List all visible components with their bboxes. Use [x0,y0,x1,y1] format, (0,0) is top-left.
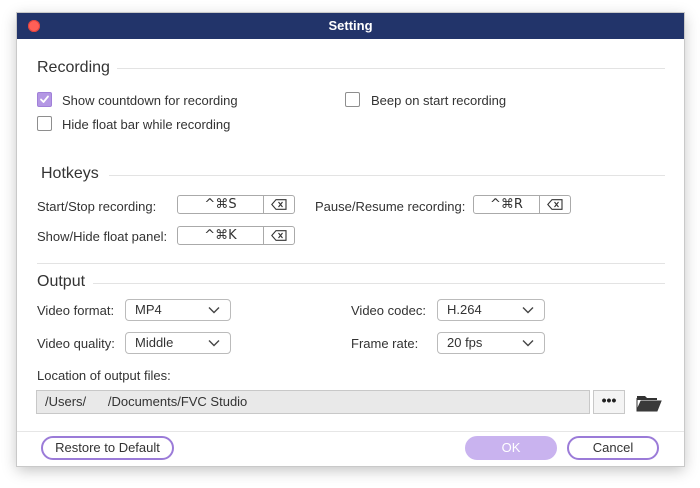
output-path-field[interactable]: /Users/ /Documents/FVC Studio [36,390,590,414]
beep-on-start-checkbox[interactable] [345,92,360,107]
backspace-icon [547,199,563,210]
folder-icon [636,396,662,412]
recording-section-title: Recording [37,59,110,76]
hide-float-bar-label: Hide float bar while recording [62,117,231,132]
pause-resume-keys[interactable]: ^⌘R [474,196,540,213]
video-format-select[interactable]: MP4 [125,299,231,321]
start-stop-hotkey[interactable]: ^⌘S [177,195,295,214]
show-hide-clear-button[interactable] [264,227,294,244]
show-hide-label: Show/Hide float panel: [37,229,168,244]
video-codec-select[interactable]: H.264 [437,299,545,321]
backspace-icon [271,230,287,241]
recording-divider [117,68,665,69]
browse-more-button[interactable]: ••• [593,390,625,414]
hide-float-bar-checkbox[interactable] [37,116,52,131]
video-quality-label: Video quality: [37,336,115,351]
output-section-title: Output [37,273,86,290]
frame-rate-value: 20 fps [447,335,483,350]
chevron-down-icon [208,307,220,314]
restore-default-button[interactable]: Restore to Default [41,436,174,460]
cancel-button[interactable]: Cancel [567,436,659,460]
window-title: Setting [328,18,373,33]
video-format-value: MP4 [135,302,162,317]
pause-resume-hotkey[interactable]: ^⌘R [473,195,571,214]
start-stop-keys[interactable]: ^⌘S [178,196,264,213]
frame-rate-select[interactable]: 20 fps [437,332,545,354]
frame-rate-label: Frame rate: [351,336,419,351]
pause-resume-label: Pause/Resume recording: [315,199,466,214]
show-countdown-label: Show countdown for recording [62,93,238,108]
output-divider [93,283,665,284]
chevron-down-icon [522,340,534,347]
video-quality-select[interactable]: Middle [125,332,231,354]
pause-resume-clear-button[interactable] [540,196,570,213]
hotkeys-bottom-divider [37,263,665,264]
show-countdown-checkbox[interactable] [37,92,52,107]
ok-button[interactable]: OK [465,436,557,460]
chevron-down-icon [208,340,220,347]
video-codec-label: Video codec: [351,303,426,318]
settings-window: Setting Recording Show countdown for rec… [17,13,684,466]
chevron-down-icon [522,307,534,314]
output-location-label: Location of output files: [37,368,171,383]
output-path-value: /Users/ /Documents/FVC Studio [45,394,248,409]
hotkeys-divider [109,175,665,176]
video-format-label: Video format: [37,303,115,318]
start-stop-clear-button[interactable] [264,196,294,213]
checkmark-icon [40,95,49,103]
footer-divider [17,431,684,432]
backspace-icon [271,199,287,210]
title-bar: Setting [17,13,684,39]
show-hide-hotkey[interactable]: ^⌘K [177,226,295,245]
open-folder-button[interactable] [636,394,662,417]
video-codec-value: H.264 [447,302,482,317]
show-hide-keys[interactable]: ^⌘K [178,227,264,244]
start-stop-label: Start/Stop recording: [37,199,157,214]
beep-on-start-label: Beep on start recording [371,93,507,108]
hotkeys-section-title: Hotkeys [41,165,99,182]
video-quality-value: Middle [135,335,174,350]
